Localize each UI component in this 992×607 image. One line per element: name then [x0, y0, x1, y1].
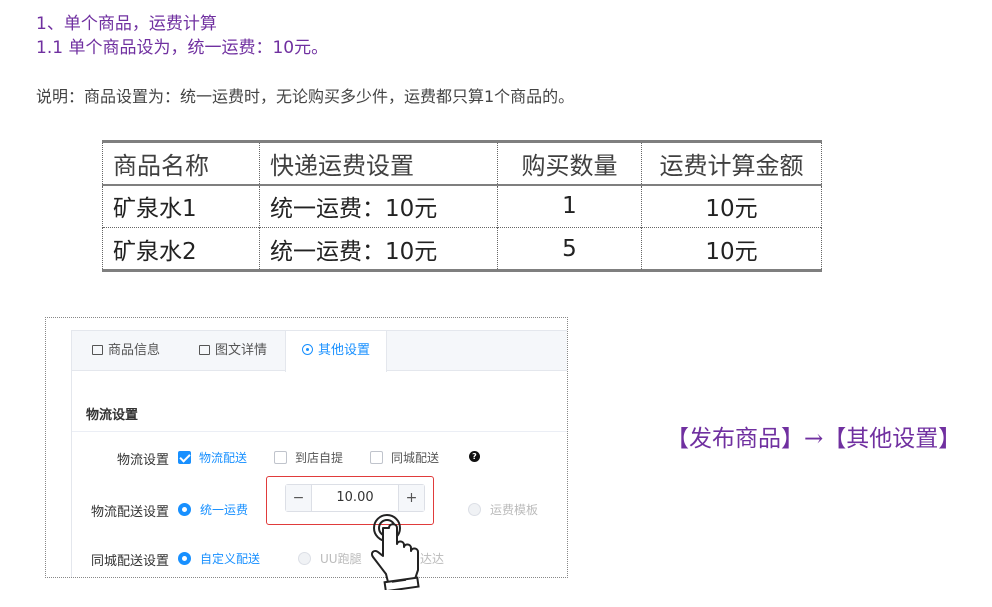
cell-fee-amount: 10元: [641, 184, 822, 228]
uu-runner-radio[interactable]: UU跑腿: [298, 550, 362, 567]
tab-label: 图文详情: [215, 343, 268, 358]
header-fee-amount: 运费计算金额: [641, 141, 822, 186]
tab-other-settings[interactable]: 其他设置: [285, 331, 388, 372]
settings-screenshot: 商品信息 图文详情 其他设置 物流设置 物流设置 物流配送 到店自提 同城配送 …: [45, 317, 568, 578]
image-icon: [199, 345, 210, 355]
subsection-heading: 1.1 单个商品设为，统一运费：10元。: [36, 38, 329, 58]
table-row: 矿泉水1 统一运费：10元 1 10元: [102, 184, 822, 228]
eye-icon: [302, 344, 313, 355]
freight-table: 商品名称 快递运费设置 购买数量 运费计算金额 矿泉水1 统一运费：10元 1 …: [102, 140, 822, 272]
tab-bar: 商品信息 图文详情 其他设置: [72, 331, 567, 372]
radio-selected-icon: [178, 552, 191, 565]
option-label: UU跑腿: [320, 552, 362, 566]
tab-label: 商品信息: [108, 343, 161, 358]
description-text: 说明：商品设置为：统一运费时，无论购买多少件，运费都只算1个商品的。: [36, 87, 575, 106]
option-label: 自定义配送: [200, 552, 261, 566]
cell-fee-amount: 10元: [641, 227, 822, 271]
custom-delivery-radio[interactable]: 自定义配送: [178, 550, 260, 567]
cell-shipping-setting: 统一运费：10元: [259, 227, 498, 271]
radio-icon: [468, 503, 481, 516]
list-icon: [92, 345, 103, 355]
cell-quantity: 5: [497, 227, 642, 271]
cell-product-name: 矿泉水1: [102, 184, 260, 228]
logistics-label: 物流设置: [116, 453, 169, 468]
tab-product-info[interactable]: 商品信息: [92, 331, 160, 371]
option-label: 物流配送: [199, 451, 248, 465]
shipping-fee-label: 物流配送设置: [90, 505, 169, 520]
option-label: 同城配送: [391, 451, 440, 465]
radio-selected-icon: [178, 503, 191, 516]
table-row: 矿泉水2 统一运费：10元 5 10元: [102, 227, 822, 271]
cell-product-name: 矿泉水2: [102, 227, 260, 271]
table-header-row: 商品名称 快递运费设置 购买数量 运费计算金额: [102, 141, 822, 186]
header-shipping-setting: 快递运费设置: [259, 141, 498, 186]
settings-panel: 商品信息 图文详情 其他设置 物流设置 物流设置 物流配送 到店自提 同城配送 …: [71, 330, 567, 577]
store-pickup-checkbox[interactable]: 到店自提: [274, 449, 343, 466]
checkbox-icon: [274, 451, 287, 464]
tab-image-detail[interactable]: 图文详情: [199, 331, 267, 371]
city-delivery-label: 同城配送设置: [90, 554, 169, 569]
cell-shipping-setting: 统一运费：10元: [259, 184, 498, 228]
section-heading: 1、单个商品，运费计算: [36, 14, 217, 34]
divider: [72, 431, 567, 432]
logistics-delivery-checkbox[interactable]: 物流配送: [178, 449, 247, 466]
city-delivery-checkbox[interactable]: 同城配送: [370, 449, 439, 466]
fee-template-radio[interactable]: 运费模板: [468, 501, 538, 518]
checkbox-checked-icon: [178, 451, 191, 464]
navigation-caption: 【发布商品】→【其他设置】: [666, 426, 962, 452]
logistics-section-title: 物流设置: [86, 408, 139, 423]
cell-quantity: 1: [497, 184, 642, 228]
header-product-name: 商品名称: [102, 141, 260, 186]
option-label: 到店自提: [295, 451, 344, 465]
unified-fee-radio[interactable]: 统一运费: [178, 501, 248, 518]
help-icon[interactable]: ?: [469, 451, 480, 462]
checkbox-icon: [370, 451, 383, 464]
tab-label: 其他设置: [318, 343, 371, 358]
option-label: 运费模板: [490, 503, 539, 517]
radio-icon: [298, 552, 311, 565]
header-quantity: 购买数量: [497, 141, 642, 186]
pointing-hand-icon: [370, 514, 420, 590]
option-label: 统一运费: [200, 503, 249, 517]
